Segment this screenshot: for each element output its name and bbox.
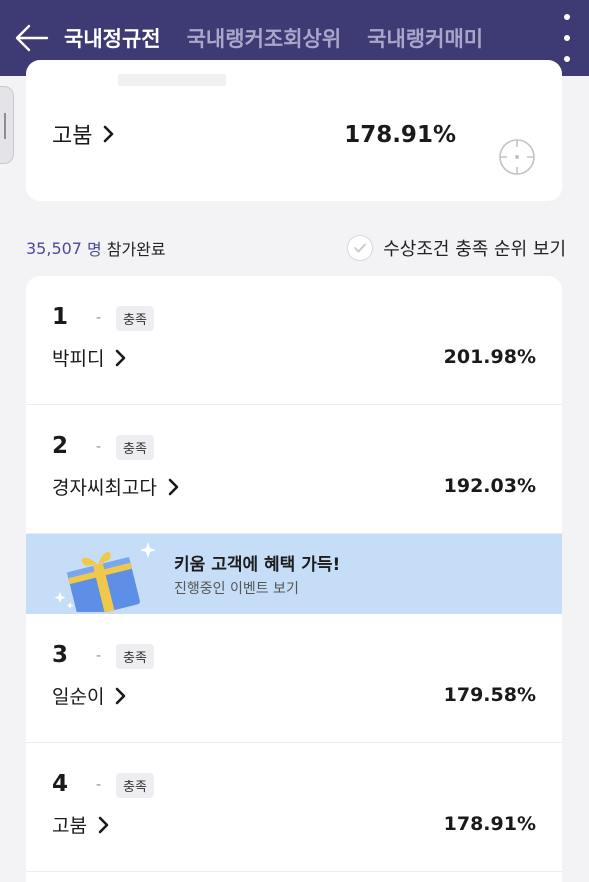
scrolled-content-peek bbox=[118, 74, 226, 86]
list-item: 3 - 충족 일순이 179.58% bbox=[26, 614, 562, 743]
tab-domestic-regular[interactable]: 국내정규전 bbox=[64, 23, 161, 53]
user-name-link[interactable]: 박피디 bbox=[52, 344, 126, 371]
user-name: 고붐 bbox=[52, 815, 87, 837]
participant-count: 35,507 bbox=[26, 238, 82, 258]
status-badge: 충족 bbox=[116, 773, 154, 798]
user-name: 박피디 bbox=[52, 348, 105, 370]
status-badge: 충족 bbox=[116, 644, 154, 669]
chevron-right-icon bbox=[168, 478, 179, 495]
my-name: 고붐 bbox=[52, 124, 93, 149]
return-rate: 201.98% bbox=[443, 346, 536, 368]
list-item: 1 - 충족 박피디 201.98% bbox=[26, 276, 562, 405]
rank-number: 4 bbox=[52, 771, 69, 797]
rank-number: 1 bbox=[52, 304, 69, 330]
rank-change: - bbox=[96, 439, 102, 455]
user-name-link[interactable]: 일순이 bbox=[52, 682, 126, 709]
banner-title: 키움 고객에 혜택 가득! bbox=[174, 555, 341, 575]
chevron-right-icon bbox=[98, 816, 109, 833]
user-name-link[interactable]: 고붐 bbox=[52, 811, 109, 838]
list-item: 2 - 충족 경자씨최고다 192.03% bbox=[26, 405, 562, 534]
list-item: 4 - 충족 고붐 178.91% bbox=[26, 743, 562, 872]
return-rate: 178.91% bbox=[443, 813, 536, 835]
chevron-right-icon bbox=[104, 125, 114, 143]
status-badge: 충족 bbox=[116, 435, 154, 460]
banner-subtitle: 진행중인 이벤트 보기 bbox=[174, 581, 299, 597]
rank-number: 3 bbox=[52, 642, 69, 668]
tab-domestic-ranker-trade[interactable]: 국내랭커매미 bbox=[367, 23, 483, 53]
status-badge: 충족 bbox=[116, 306, 154, 331]
participant-label: 참가완료 bbox=[106, 240, 166, 259]
my-rank-card: 고붐 178.91% bbox=[26, 60, 562, 201]
participant-unit: 명 bbox=[86, 240, 102, 259]
return-rate: 192.03% bbox=[443, 475, 536, 497]
gift-box-icon bbox=[54, 542, 156, 612]
check-icon bbox=[354, 243, 367, 253]
kebab-menu-icon[interactable] bbox=[559, 14, 575, 62]
rank-change: - bbox=[96, 648, 102, 664]
rank-change: - bbox=[96, 310, 102, 326]
qualified-filter-toggle[interactable]: 수상조건 충족 순위 보기 bbox=[347, 235, 566, 261]
filter-label: 수상조건 충족 순위 보기 bbox=[383, 239, 566, 260]
my-name-link[interactable]: 고붐 bbox=[52, 118, 114, 150]
ranking-list: 1 - 충족 박피디 201.98% 2 - 충족 경자씨최고다 192.03% bbox=[26, 276, 562, 882]
event-banner[interactable]: 키움 고객에 혜택 가득! 진행중인 이벤트 보기 bbox=[26, 534, 562, 614]
user-name: 일순이 bbox=[52, 686, 105, 708]
rank-number: 2 bbox=[52, 433, 69, 459]
tab-domestic-ranker-top[interactable]: 국내랭커조회상위 bbox=[187, 23, 342, 53]
user-name: 경자씨최고다 bbox=[52, 477, 157, 499]
rank-change: - bbox=[96, 777, 102, 793]
return-rate: 179.58% bbox=[443, 684, 536, 706]
checkbox[interactable] bbox=[347, 235, 374, 261]
arrow-left-icon bbox=[15, 24, 49, 52]
my-return-rate: 178.91% bbox=[344, 122, 456, 148]
user-name-link[interactable]: 경자씨최고다 bbox=[52, 473, 179, 500]
crosshair-icon[interactable] bbox=[498, 138, 536, 176]
participants-row: 35,507 명 참가완료 수상조건 충족 순위 보기 bbox=[26, 232, 566, 264]
side-drawer-handle[interactable] bbox=[0, 86, 14, 164]
chevron-right-icon bbox=[116, 349, 126, 366]
chevron-right-icon bbox=[116, 687, 126, 704]
